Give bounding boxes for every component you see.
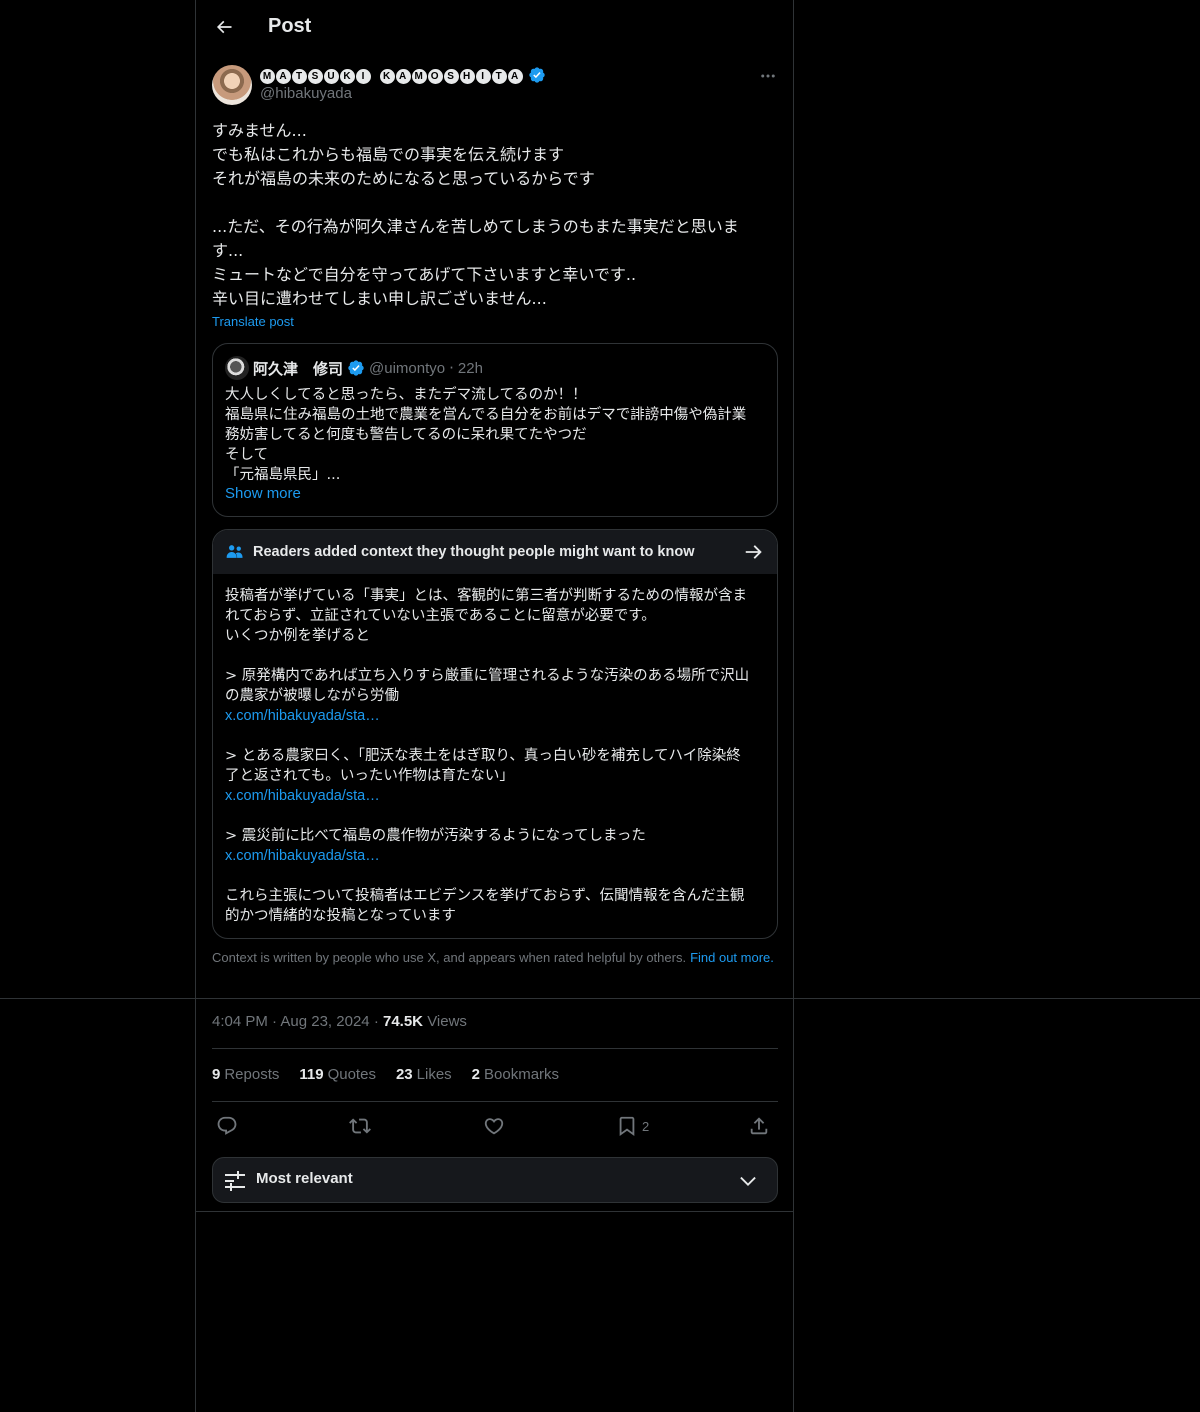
community-note: Readers added context they thought peopl…: [212, 529, 778, 939]
action-bar: 2: [212, 1112, 778, 1140]
back-button[interactable]: [208, 11, 240, 43]
bookmark-button[interactable]: 2: [616, 1112, 649, 1140]
display-name-letter: M: [260, 68, 275, 84]
display-name-letter: T: [491, 68, 507, 84]
display-name-letter: S: [308, 68, 323, 84]
repost-icon: [349, 1118, 371, 1134]
arrow-left-icon: [216, 20, 232, 34]
note-link[interactable]: x.com/hibakuyada/sta…: [225, 848, 380, 864]
reply-button[interactable]: [216, 1112, 238, 1140]
divider: [212, 1048, 778, 1049]
note-paragraph: これら主張について投稿者はエビデンスを挙げておらず、伝聞情報を含んだ主観 的かつ…: [225, 888, 745, 924]
reposts-stat[interactable]: 9 Reposts: [212, 1065, 279, 1085]
community-note-title: Readers added context they thought peopl…: [253, 544, 695, 560]
verified-badge-icon: [528, 67, 545, 83]
display-name-letter: K: [340, 68, 355, 84]
share-button[interactable]: [748, 1112, 770, 1140]
display-name-letter: O: [427, 68, 443, 84]
views-count: 74.5K: [382, 1013, 424, 1030]
note-link[interactable]: x.com/hibakuyada/sta…: [225, 708, 380, 724]
divider: [0, 998, 1200, 999]
author-row: MATSUKI KAMOSHITA @hibakuyada: [212, 64, 780, 108]
quoted-post-header: 阿久津 修司 @uimontyo · 22h: [225, 356, 483, 380]
chevron-down-icon: [740, 1176, 756, 1186]
reply-icon: [217, 1116, 237, 1135]
note-paragraph: > とある農家曰く、「肥沃な表土をはぎ取り、真っ白い砂を補充してハイ除染終 了と…: [225, 748, 741, 784]
display-name-letter: H: [459, 68, 475, 84]
heart-icon: [484, 1118, 504, 1135]
bookmark-icon: [619, 1116, 635, 1137]
quoted-text: 大人しくしてると思ったら、またデマ流してるのか！！ 福島県に住み福島の土地で農業…: [225, 387, 747, 483]
find-out-more-link[interactable]: Find out more.: [690, 950, 774, 965]
post-date[interactable]: Aug 23, 2024: [280, 1013, 369, 1030]
author-handle[interactable]: @hibakuyada: [260, 85, 352, 102]
post-column: Post MATSUKI KAMOSHITA @hibakuyada すみません…: [195, 0, 794, 1412]
disclaimer-text: Context is written by people who use X, …: [212, 950, 687, 965]
bookmark-count: 2: [642, 1118, 650, 1134]
quoted-time: 22h: [457, 359, 483, 377]
views-label: Views: [427, 1013, 467, 1030]
more-options-button[interactable]: [756, 64, 780, 88]
sort-label: Most relevant: [256, 1170, 353, 1187]
page-title: Post: [268, 15, 312, 37]
display-name-letter: A: [507, 68, 523, 84]
reply-sort-dropdown[interactable]: Most relevant: [212, 1157, 778, 1203]
translate-post-link[interactable]: Translate post: [212, 314, 294, 329]
note-link[interactable]: x.com/hibakuyada/sta…: [225, 788, 380, 804]
note-paragraph: > 原発構内であれば立ち入りすら厳重に管理されるような汚染のある場所で沢山 の農…: [225, 668, 750, 704]
separator-dot: ·: [373, 1013, 379, 1030]
community-note-body: 投稿者が挙げている「事実」とは、客観的に第三者が判断するための情報が含ま れてお…: [225, 586, 767, 926]
context-disclaimer: Context is written by people who use X, …: [212, 950, 778, 966]
quoted-display-name: 阿久津 修司: [253, 359, 344, 378]
post-text: すみません... でも私はこれからも福島での事実を伝え続けます それが福島の未来…: [212, 121, 739, 308]
sliders-icon: [225, 1171, 245, 1191]
display-name-letter: A: [276, 68, 291, 84]
display-name-letter: T: [292, 68, 307, 84]
quoted-handle: @uimontyo: [369, 359, 446, 377]
page-header: Post: [196, 0, 795, 53]
community-note-header[interactable]: Readers added context they thought peopl…: [213, 530, 777, 574]
more-horizontal-icon: [761, 74, 775, 78]
display-name-letter: K: [379, 68, 395, 84]
display-name-letter: I: [356, 68, 371, 84]
display-name-letter: I: [475, 68, 491, 84]
display-name-letter: A: [395, 68, 411, 84]
people-icon: [226, 545, 243, 558]
note-paragraph: 投稿者が挙げている「事実」とは、客観的に第三者が判断するための情報が含ま れてお…: [225, 588, 747, 644]
display-name-letter: S: [443, 68, 459, 84]
show-more-link[interactable]: Show more: [225, 485, 301, 502]
share-icon: [750, 1117, 768, 1135]
quoted-post[interactable]: 阿久津 修司 @uimontyo · 22h 大人しくしてると思ったら、またデマ…: [212, 343, 778, 517]
quoted-avatar: [225, 356, 249, 380]
display-name-letter: M: [411, 68, 427, 84]
note-paragraph: > 震災前に比べて福島の農作物が汚染するようになってしまった: [225, 828, 646, 844]
display-name-letter: [372, 67, 377, 82]
display-name-glyphs: MATSUKI KAMOSHITA: [260, 67, 524, 84]
author-display-name[interactable]: MATSUKI KAMOSHITA: [260, 64, 546, 86]
repost-button[interactable]: [349, 1112, 371, 1140]
avatar[interactable]: [212, 65, 252, 105]
like-button[interactable]: [483, 1112, 505, 1140]
likes-stat[interactable]: 23 Likes: [396, 1065, 452, 1085]
bookmarks-stat[interactable]: 2 Bookmarks: [472, 1065, 559, 1085]
separator-dot: ·: [272, 1013, 278, 1030]
divider: [212, 1101, 778, 1102]
post-meta: 4:04 PM · Aug 23, 2024 · 74.5K Views: [212, 1012, 467, 1032]
display-name-letter: U: [324, 68, 339, 84]
post-time[interactable]: 4:04 PM: [212, 1013, 268, 1030]
separator-dot: ·: [449, 359, 454, 377]
quotes-stat[interactable]: 119 Quotes: [299, 1065, 376, 1085]
arrow-right-icon: [745, 545, 762, 559]
engagement-stats: 9 Reposts 119 Quotes 23 Likes 2 Bookmarks: [212, 1065, 579, 1085]
verified-badge-icon: [348, 360, 364, 376]
divider: [196, 1211, 793, 1212]
